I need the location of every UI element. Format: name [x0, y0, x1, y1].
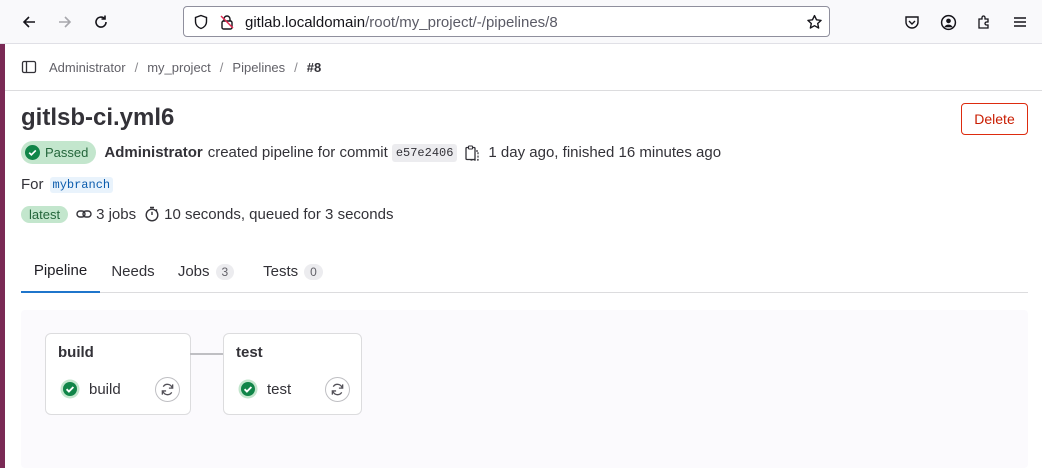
breadcrumb-item-pipelines[interactable]: Pipelines — [232, 60, 285, 75]
retry-button[interactable] — [325, 377, 350, 402]
breadcrumb-item-project[interactable]: my_project — [147, 60, 211, 75]
delete-button[interactable]: Delete — [961, 103, 1028, 135]
forward-arrow-icon[interactable] — [53, 10, 77, 34]
extensions-icon[interactable] — [972, 10, 996, 34]
tab-needs[interactable]: Needs — [100, 250, 166, 293]
timer-icon — [145, 206, 159, 222]
check-circle-icon — [25, 145, 40, 160]
page-title: gitlsb-ci.yml6 — [21, 104, 175, 131]
job-test[interactable]: test — [238, 379, 291, 399]
pipeline-tabs: Pipeline Needs Jobs 3 Tests 0 — [21, 250, 1028, 293]
ref-row: For mybranch — [21, 176, 114, 193]
job-build[interactable]: build — [60, 379, 121, 399]
tab-jobs[interactable]: Jobs 3 — [170, 250, 242, 293]
jobs-count-text: 3 jobs — [96, 205, 137, 223]
tab-label: Pipeline — [33, 262, 88, 279]
account-icon[interactable] — [936, 10, 960, 34]
duration-text: 10 seconds, queued for 3 seconds — [164, 205, 394, 223]
tab-label: Needs — [111, 263, 155, 280]
pipeline-timing: 1 day ago, finished 16 minutes ago — [488, 144, 722, 161]
retry-icon — [331, 383, 344, 396]
check-circle-icon — [60, 379, 80, 399]
retry-icon — [161, 383, 174, 396]
link-icon — [76, 210, 92, 218]
browser-toolbar: gitlab.localdomain/root/my_project/-/pip… — [0, 0, 1042, 44]
commit-sha[interactable]: e57e2406 — [391, 143, 458, 162]
tab-count: 3 — [215, 263, 235, 280]
shield-icon[interactable] — [192, 13, 210, 31]
author-link[interactable]: Administrator — [104, 144, 202, 161]
pipeline-graph: build build test test — [21, 310, 1028, 468]
tab-label: Tests — [263, 263, 299, 280]
url-bar[interactable]: gitlab.localdomain/root/my_project/-/pip… — [183, 6, 830, 37]
url-text[interactable]: gitlab.localdomain/root/my_project/-/pip… — [245, 14, 558, 31]
tab-tests[interactable]: Tests 0 — [257, 250, 329, 293]
action-text: created pipeline for commit — [207, 144, 388, 161]
star-icon[interactable] — [805, 13, 823, 31]
breadcrumb: Administrator / my_project / Pipelines /… — [49, 60, 321, 75]
back-arrow-icon[interactable] — [17, 10, 41, 34]
branch-link[interactable]: mybranch — [49, 176, 114, 193]
pocket-icon[interactable] — [900, 10, 924, 34]
stage-build: build build — [45, 333, 191, 415]
breadcrumb-separator: / — [134, 60, 139, 75]
for-label: For — [21, 176, 44, 193]
breadcrumb-separator: / — [219, 60, 224, 75]
latest-badge: latest — [21, 205, 69, 223]
sidebar-toggle-icon[interactable] — [21, 59, 37, 75]
stage-name: build — [58, 344, 94, 361]
status-label: Passed — [45, 145, 89, 160]
reload-icon[interactable] — [89, 10, 113, 34]
stage-test: test test — [223, 333, 362, 415]
status-badge[interactable]: Passed — [21, 141, 97, 164]
tab-label: Jobs — [177, 263, 210, 280]
lock-icon[interactable] — [218, 13, 236, 31]
stage-connector — [190, 353, 223, 355]
job-name: test — [267, 380, 292, 398]
tab-count: 0 — [304, 263, 323, 280]
pipeline-status-row: Passed Administrator created pipeline fo… — [21, 141, 721, 164]
top-bar: Administrator / my_project / Pipelines /… — [5, 44, 1042, 91]
window-edge — [0, 44, 5, 468]
tab-pipeline[interactable]: Pipeline — [21, 250, 100, 293]
breadcrumb-item-administrator[interactable]: Administrator — [49, 60, 126, 75]
breadcrumb-separator: / — [294, 60, 298, 75]
breadcrumb-item-current[interactable]: #8 — [307, 60, 321, 75]
menu-icon[interactable] — [1008, 10, 1032, 34]
pipeline-meta-row: latest 3 jobs 10 seconds, queued for 3 s… — [21, 204, 393, 224]
job-name: build — [89, 380, 121, 398]
stage-name: test — [236, 344, 263, 361]
retry-button[interactable] — [155, 377, 180, 402]
check-circle-icon — [238, 379, 258, 399]
copy-icon[interactable] — [465, 144, 480, 161]
